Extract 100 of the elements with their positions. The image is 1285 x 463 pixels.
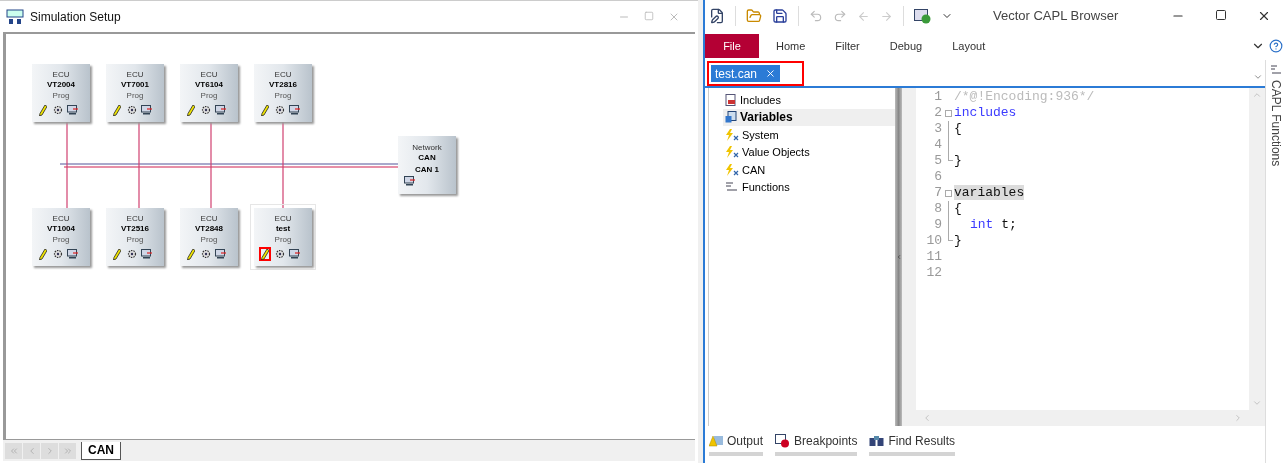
pencil-icon[interactable] bbox=[113, 104, 121, 116]
tree-item[interactable]: Variables bbox=[723, 108, 895, 126]
node-label: Prog bbox=[274, 91, 292, 101]
node-name: VT2816 bbox=[269, 79, 297, 91]
ribbon-tab[interactable]: Home bbox=[763, 34, 819, 58]
fold-toggle[interactable] bbox=[944, 189, 952, 197]
ecu-node[interactable]: ECU VT2816 Prog bbox=[254, 64, 312, 122]
monitor-icon[interactable] bbox=[289, 249, 300, 259]
ecu-node[interactable]: ECU VT2848 Prog bbox=[180, 208, 238, 266]
node-type: ECU bbox=[274, 214, 292, 223]
code-line: int t; bbox=[969, 216, 1017, 235]
monitor-icon[interactable] bbox=[404, 176, 415, 186]
network-node[interactable]: Network CAN CAN 1 bbox=[398, 136, 456, 194]
pencil-icon[interactable] bbox=[261, 248, 269, 260]
node-name: VT1004 bbox=[47, 223, 75, 235]
network-name: CAN bbox=[418, 152, 436, 164]
gear-icon[interactable] bbox=[127, 105, 137, 115]
gear-icon[interactable] bbox=[127, 249, 137, 259]
line-number: 9 bbox=[933, 216, 942, 235]
monitor-icon[interactable] bbox=[141, 249, 152, 259]
gear-icon[interactable] bbox=[275, 105, 285, 115]
panel-tab[interactable]: Output bbox=[709, 432, 764, 456]
line-number: 4 bbox=[933, 136, 942, 155]
ribbon-tab[interactable]: Debug bbox=[876, 34, 936, 58]
gear-icon[interactable] bbox=[201, 249, 211, 259]
monitor-icon[interactable] bbox=[215, 105, 226, 115]
monitor-icon[interactable] bbox=[215, 249, 226, 259]
tree-item[interactable]: System bbox=[723, 126, 895, 144]
gear-icon[interactable] bbox=[275, 249, 285, 259]
help-icon[interactable] bbox=[1269, 39, 1283, 53]
window-globe-icon[interactable] bbox=[914, 8, 931, 24]
document-icon bbox=[725, 93, 737, 106]
monitor-icon[interactable] bbox=[141, 105, 152, 115]
tree-item[interactable]: Includes bbox=[723, 91, 895, 109]
pencil-icon[interactable] bbox=[39, 248, 47, 260]
ecu-node[interactable]: ECU VT2004 Prog bbox=[32, 64, 90, 122]
chevron-icon bbox=[62, 445, 73, 456]
node-type: ECU bbox=[200, 214, 218, 223]
node-name: VT2004 bbox=[47, 79, 75, 91]
pencil-icon[interactable] bbox=[113, 248, 121, 260]
pencil-icon[interactable] bbox=[187, 104, 195, 116]
chevron-icon bbox=[8, 445, 19, 456]
line-number: 11 bbox=[925, 248, 942, 267]
gear-icon[interactable] bbox=[53, 249, 63, 259]
code-line: includes bbox=[954, 104, 1017, 123]
node-name: VT2848 bbox=[195, 223, 223, 235]
line-number: 10 bbox=[925, 232, 942, 251]
save-icon[interactable] bbox=[772, 8, 788, 24]
tree-item[interactable]: Value Objects bbox=[723, 143, 895, 161]
pencil-icon[interactable] bbox=[187, 248, 195, 260]
node-type: ECU bbox=[200, 70, 218, 79]
code-line: { bbox=[954, 120, 962, 139]
ecu-node[interactable]: ECU test Prog bbox=[254, 208, 312, 266]
node-name: test bbox=[275, 223, 291, 235]
lightning-icon bbox=[725, 128, 739, 141]
line-number: 2 bbox=[933, 104, 942, 123]
node-name: VT2516 bbox=[121, 223, 149, 235]
channel-name: CAN 1 bbox=[415, 164, 439, 176]
lightning-icon bbox=[725, 163, 739, 176]
line-number: 5 bbox=[933, 152, 942, 171]
sheet-tab[interactable]: CAN bbox=[81, 441, 121, 460]
pencil-icon[interactable] bbox=[261, 104, 269, 116]
node-label: Prog bbox=[200, 235, 218, 245]
gear-icon[interactable] bbox=[53, 105, 63, 115]
panel-tab[interactable]: Find Results bbox=[869, 432, 956, 456]
tree-item[interactable]: Functions bbox=[723, 178, 895, 196]
side-panel-tab[interactable]: CAPL Functions bbox=[1266, 80, 1285, 167]
function-icon bbox=[1269, 64, 1282, 76]
pencil-icon[interactable] bbox=[39, 104, 47, 116]
ecu-node[interactable]: ECU VT1004 Prog bbox=[32, 208, 90, 266]
file-menu-button[interactable]: File bbox=[705, 34, 759, 58]
ecu-node[interactable]: ECU VT7001 Prog bbox=[106, 64, 164, 122]
ecu-node[interactable]: ECU VT6104 Prog bbox=[180, 64, 238, 122]
code-line: } bbox=[954, 152, 962, 171]
line-number: 6 bbox=[933, 168, 942, 187]
monitor-icon[interactable] bbox=[67, 249, 78, 259]
monitor-icon[interactable] bbox=[67, 105, 78, 115]
code-line: /*@!Encoding:936*/ bbox=[954, 88, 1095, 107]
panel-tab[interactable]: Breakpoints bbox=[775, 432, 858, 456]
ecu-node[interactable]: ECU VT2516 Prog bbox=[106, 208, 164, 266]
line-number: 7 bbox=[933, 184, 942, 203]
fold-end bbox=[947, 233, 953, 241]
edit-file-icon[interactable] bbox=[709, 8, 725, 24]
document-tab[interactable]: test.can bbox=[711, 65, 781, 82]
fold-toggle[interactable] bbox=[944, 109, 952, 117]
node-label: Prog bbox=[274, 235, 292, 245]
node-name: VT6104 bbox=[195, 79, 223, 91]
warning-icon bbox=[709, 435, 723, 447]
maximize-icon[interactable] bbox=[1215, 9, 1227, 21]
tree-item[interactable]: CAN bbox=[723, 161, 895, 179]
folder-icon[interactable] bbox=[746, 8, 762, 24]
gear-icon[interactable] bbox=[201, 105, 211, 115]
node-type: ECU bbox=[274, 70, 292, 79]
code-line: { bbox=[954, 200, 962, 219]
line-number: 1 bbox=[933, 88, 942, 107]
close-icon[interactable] bbox=[1257, 9, 1271, 23]
node-label: Prog bbox=[200, 91, 218, 101]
ribbon-tab[interactable]: Layout bbox=[939, 34, 999, 58]
ribbon-tab[interactable]: Filter bbox=[822, 34, 873, 58]
monitor-icon[interactable] bbox=[289, 105, 300, 115]
